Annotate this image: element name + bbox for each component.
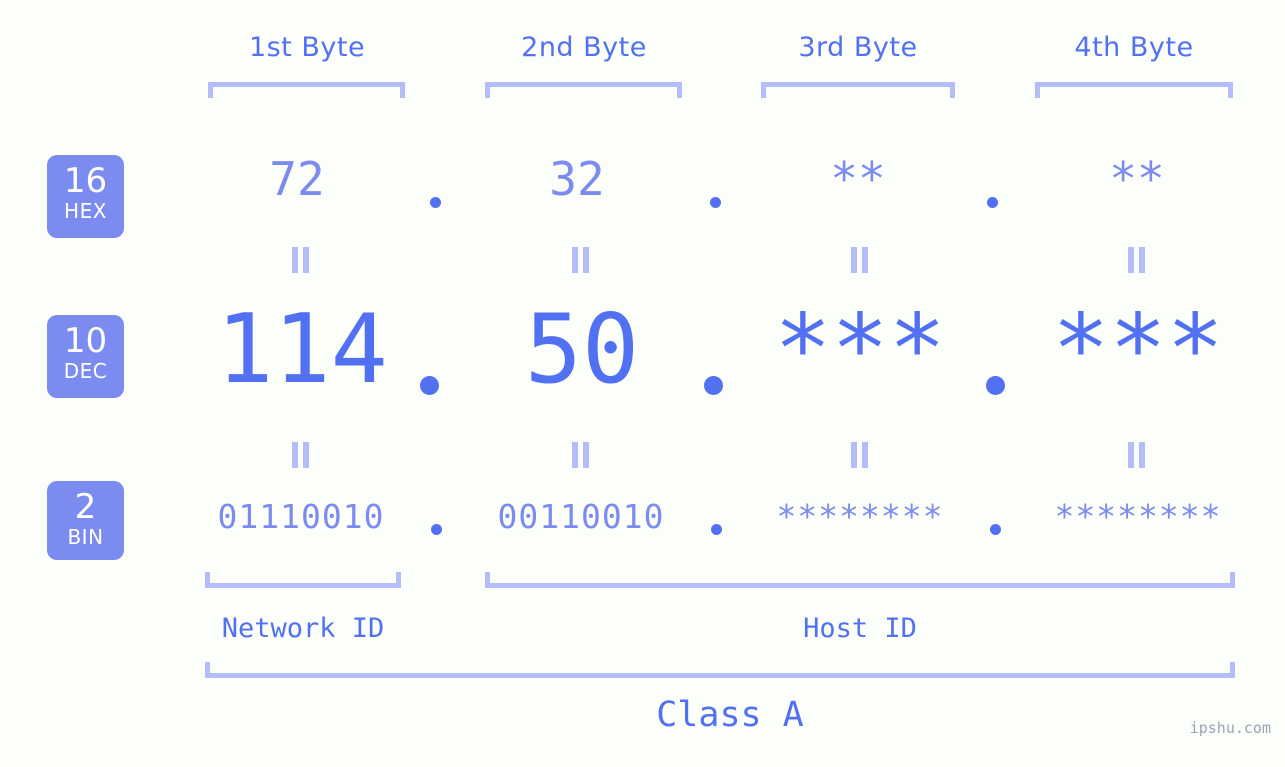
bin-value-byte-2: 00110010 bbox=[497, 497, 665, 536]
equals-icon-hex-dec-2 bbox=[572, 247, 590, 273]
dec-value-byte-1: 114 bbox=[216, 295, 388, 405]
equals-icon-dec-bin-4 bbox=[1128, 442, 1146, 468]
dec-value-byte-3: *** bbox=[774, 295, 946, 405]
equals-icon-dec-bin-2 bbox=[572, 442, 590, 468]
dec-value-byte-2: 50 bbox=[524, 295, 640, 405]
dec-separator-dot-1 bbox=[420, 376, 439, 395]
byte-header-2: 2nd Byte bbox=[521, 32, 647, 63]
base-badge-hex: 16 HEX bbox=[47, 155, 124, 238]
base-badge-bin-number: 2 bbox=[74, 487, 97, 527]
base-badge-dec-name: DEC bbox=[63, 359, 108, 383]
base-badge-dec: 10 DEC bbox=[47, 315, 124, 398]
bin-separator-dot-1 bbox=[431, 524, 442, 535]
hex-value-byte-2: 32 bbox=[549, 152, 605, 206]
network-id-bracket bbox=[205, 572, 401, 588]
equals-icon-hex-dec-1 bbox=[292, 247, 310, 273]
byte-bracket-3 bbox=[761, 82, 955, 98]
dec-value-byte-4: *** bbox=[1052, 295, 1224, 405]
bin-value-byte-4: ******** bbox=[1054, 497, 1222, 536]
bin-value-byte-1: 01110010 bbox=[217, 497, 385, 536]
base-badge-dec-number: 10 bbox=[63, 321, 108, 361]
hex-separator-dot-1 bbox=[430, 197, 441, 208]
byte-header-3: 3rd Byte bbox=[798, 32, 918, 63]
hex-value-byte-4: ** bbox=[1109, 152, 1165, 206]
equals-icon-dec-bin-1 bbox=[292, 442, 310, 468]
host-id-label: Host ID bbox=[803, 613, 917, 644]
byte-bracket-4 bbox=[1035, 82, 1233, 98]
equals-icon-hex-dec-3 bbox=[851, 247, 869, 273]
base-badge-hex-name: HEX bbox=[64, 199, 107, 223]
base-badge-hex-number: 16 bbox=[63, 161, 108, 201]
equals-icon-hex-dec-4 bbox=[1128, 247, 1146, 273]
bin-separator-dot-3 bbox=[990, 524, 1001, 535]
host-id-bracket bbox=[485, 572, 1235, 588]
class-label: Class A bbox=[656, 695, 804, 735]
ip-byte-breakdown-diagram: 1st Byte 2nd Byte 3rd Byte 4th Byte 16 H… bbox=[0, 0, 1285, 767]
equals-icon-dec-bin-3 bbox=[851, 442, 869, 468]
hex-value-byte-3: ** bbox=[830, 152, 886, 206]
dec-separator-dot-3 bbox=[986, 376, 1005, 395]
bin-value-byte-3: ******** bbox=[776, 497, 944, 536]
hex-separator-dot-2 bbox=[710, 197, 721, 208]
byte-header-4: 4th Byte bbox=[1074, 32, 1194, 63]
hex-separator-dot-3 bbox=[987, 197, 998, 208]
byte-bracket-1 bbox=[208, 82, 405, 98]
class-bracket bbox=[205, 662, 1235, 678]
network-id-label: Network ID bbox=[221, 613, 385, 644]
dec-separator-dot-2 bbox=[704, 376, 723, 395]
bin-separator-dot-2 bbox=[711, 524, 722, 535]
base-badge-bin-name: BIN bbox=[67, 525, 104, 549]
byte-bracket-2 bbox=[485, 82, 682, 98]
base-badge-bin: 2 BIN bbox=[47, 481, 124, 560]
hex-value-byte-1: 72 bbox=[269, 152, 325, 206]
byte-header-1: 1st Byte bbox=[248, 32, 366, 63]
watermark: ipshu.com bbox=[1189, 719, 1271, 737]
